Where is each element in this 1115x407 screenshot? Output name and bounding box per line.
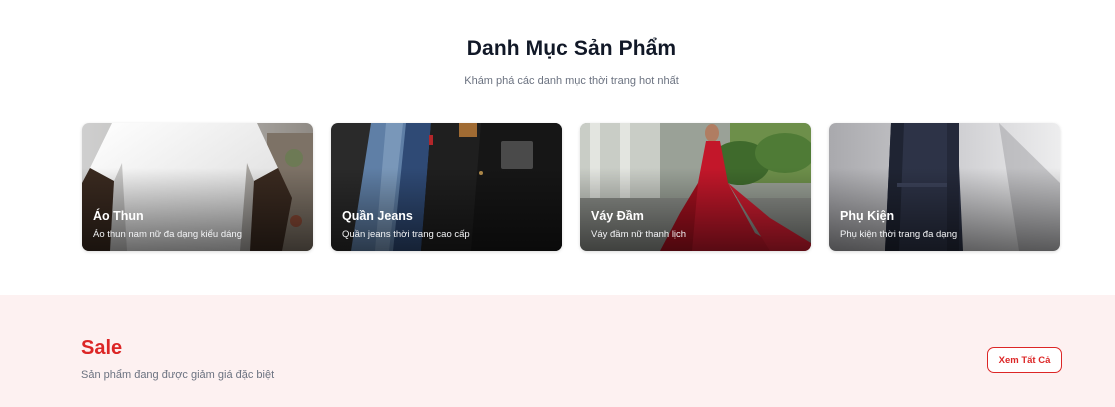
category-title: Váy Đầm — [591, 209, 644, 223]
category-card-phu-kien[interactable]: Phụ Kiện Phụ kiện thời trang đa dạng — [829, 123, 1060, 251]
category-card-quan-jeans[interactable]: Quần Jeans Quần jeans thời trang cao cấp — [331, 123, 562, 251]
categories-section: Danh Mục Sản Phẩm Khám phá các danh mục … — [0, 0, 1115, 295]
section-subtitle: Khám phá các danh mục thời trang hot nhấ… — [464, 75, 679, 87]
category-card-vay-dam[interactable]: Váy Đầm Váy đầm nữ thanh lịch — [580, 123, 811, 251]
category-card-ao-thun[interactable]: Áo Thun Áo thun nam nữ đa dạng kiểu dáng — [82, 123, 313, 251]
category-description: Quần jeans thời trang cao cấp — [342, 229, 470, 240]
category-description: Phụ kiện thời trang đa dạng — [840, 229, 958, 240]
sale-section: Sale Sản phẩm đang được giảm giá đặc biệ… — [0, 295, 1115, 407]
category-title: Phụ Kiện — [840, 209, 895, 223]
section-title: Danh Mục Sản Phẩm — [466, 37, 677, 60]
category-description: Áo thun nam nữ đa dạng kiểu dáng — [93, 229, 242, 240]
view-all-button[interactable]: Xem Tất Cả — [987, 347, 1062, 373]
category-title: Áo Thun — [93, 209, 144, 223]
category-grid: Áo Thun Áo thun nam nữ đa dạng kiểu dáng — [82, 123, 1060, 251]
category-title: Quần Jeans — [342, 209, 413, 223]
category-description: Váy đầm nữ thanh lịch — [591, 229, 687, 240]
sale-title: Sale — [81, 337, 123, 359]
sale-subtitle: Sản phẩm đang được giảm giá đặc biệt — [81, 369, 275, 381]
